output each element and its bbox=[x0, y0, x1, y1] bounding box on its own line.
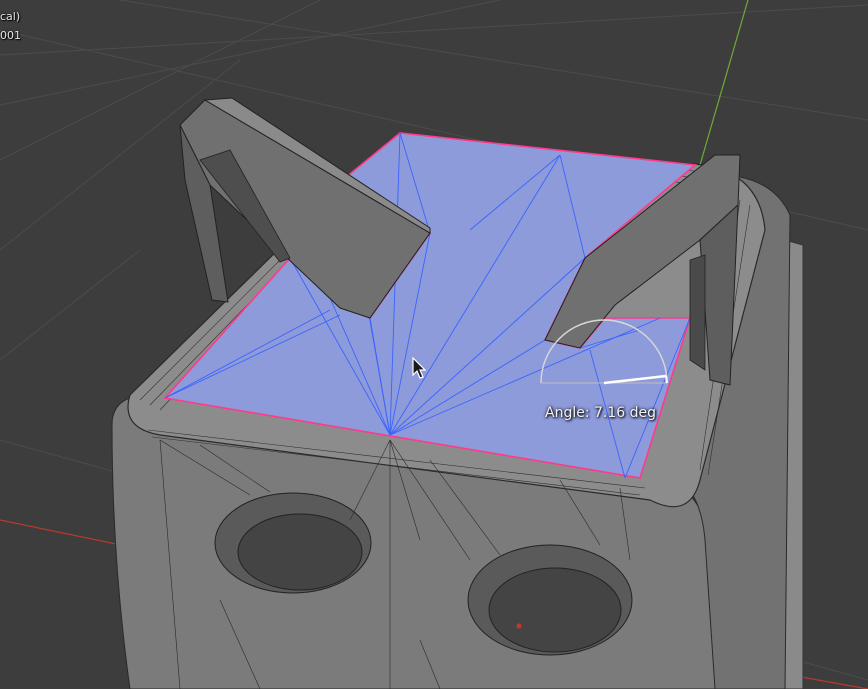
viewport-view-name: cal) bbox=[0, 10, 21, 23]
angle-readout: Angle: 7.16 deg bbox=[545, 405, 657, 421]
mouse-pointer-icon bbox=[412, 357, 426, 379]
3d-viewport[interactable] bbox=[0, 0, 868, 689]
vertex-dot bbox=[516, 623, 522, 629]
viewport-object-name: 001 bbox=[0, 29, 21, 42]
y-axis-line bbox=[699, 0, 749, 166]
